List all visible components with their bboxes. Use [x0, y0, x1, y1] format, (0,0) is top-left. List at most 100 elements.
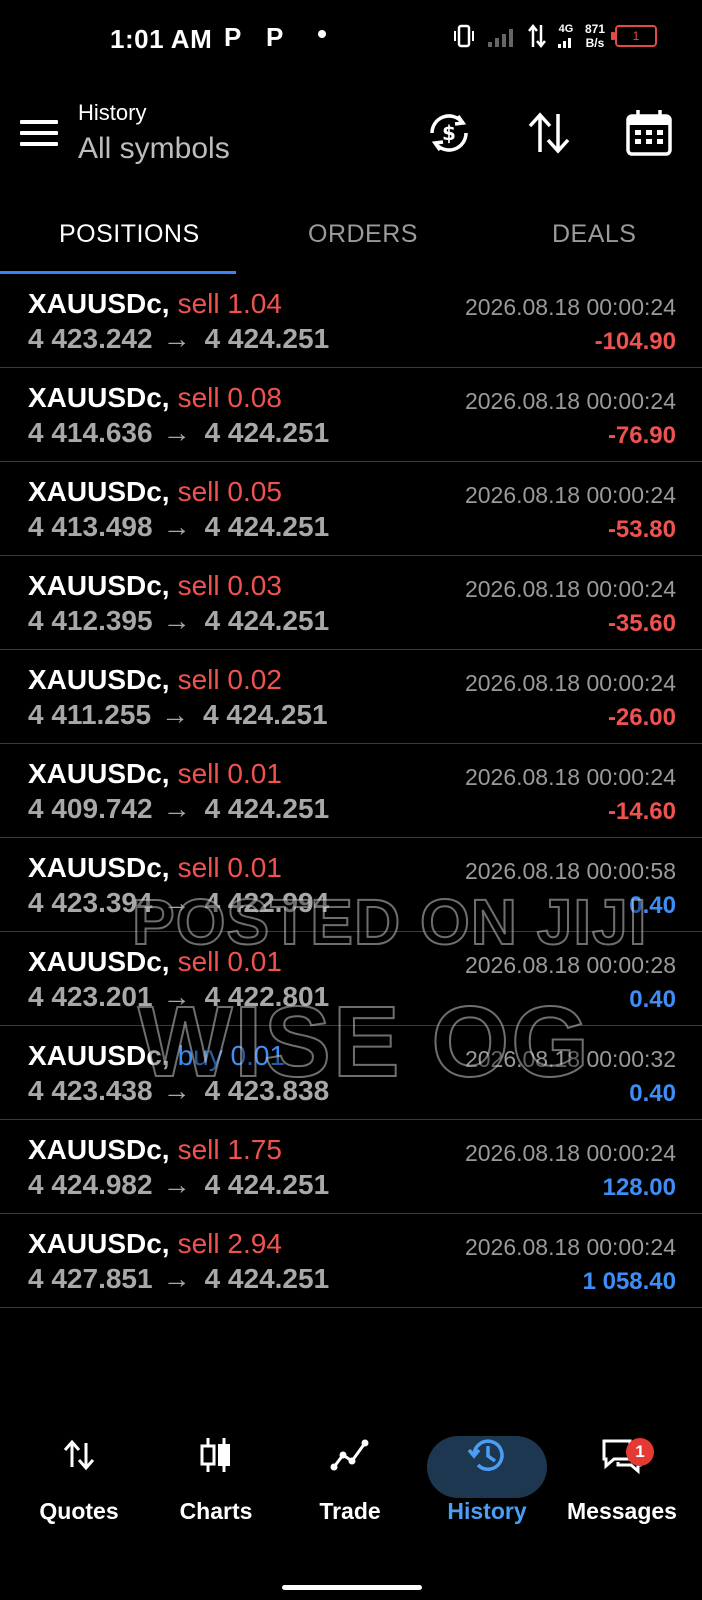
trade-symbol: XAUUSDc, sell 0.05	[28, 476, 282, 507]
svg-text:$: $	[442, 121, 456, 145]
menu-icon[interactable]	[20, 120, 58, 150]
nav-charts[interactable]: Charts	[151, 1430, 281, 1525]
trade-date: 2026.08.18 00:00:24	[464, 764, 676, 790]
status-right: 4G 871 B/s 1	[451, 22, 657, 50]
price-arrow-icon: →	[161, 699, 190, 730]
trade-row[interactable]: XAUUSDc, sell 2.94 4 427.851 → 4 424.251 2026…	[0, 1214, 702, 1308]
trade-row[interactable]: XAUUSDc, sell 1.75 4 424.982 → 4 424.251 2026…	[0, 1120, 702, 1214]
app-header: History All symbols $	[0, 80, 702, 190]
trade-side: sell 2.94	[177, 1228, 282, 1259]
trade-prices: 4 409.742 → 4 424.251	[28, 793, 329, 825]
nav-quotes-label: Quotes	[39, 1498, 119, 1524]
price-arrow-icon: →	[162, 511, 191, 542]
sort-icon[interactable]	[524, 108, 574, 158]
trade-prices: 4 424.982 → 4 424.251	[28, 1169, 329, 1201]
data-arrows-icon	[527, 23, 546, 49]
trade-row[interactable]: XAUUSDc, sell 0.02 4 411.255 → 4 424.251 2026…	[0, 650, 702, 744]
nav-trade-label: Trade	[319, 1498, 381, 1524]
nav-history[interactable]: History	[422, 1430, 552, 1525]
tab-orders[interactable]: ORDERS	[308, 220, 418, 249]
watermark-line1: POSTED ON JIJI	[131, 885, 648, 959]
trade-side: sell 0.02	[177, 664, 282, 695]
open-price: 4 423.201	[28, 981, 153, 1012]
notification-dot-icon	[318, 30, 326, 38]
trade-prices: 4 412.395 → 4 424.251	[28, 605, 329, 637]
page-title: History	[78, 100, 147, 125]
price-arrow-icon: →	[162, 1263, 191, 1294]
trade-profit: -35.60	[607, 610, 676, 637]
trade-row[interactable]: XAUUSDc, sell 1.04 4 423.242 → 4 424.251 2026…	[0, 274, 702, 368]
trade-symbol: XAUUSDc, sell 0.02	[28, 664, 282, 695]
trade-date: 2026.08.18 00:00:24	[464, 1140, 676, 1166]
close-price: 4 424.251	[204, 1169, 330, 1200]
open-price: 4 412.395	[28, 605, 153, 636]
trade-side: sell 1.04	[177, 288, 282, 319]
messages-badge: 1	[626, 1438, 654, 1466]
status-time: 1:01 AM	[110, 24, 213, 54]
trade-prices: 4 414.636 → 4 424.251	[28, 417, 329, 449]
trade-profit: 1 058.40	[582, 1268, 676, 1295]
trade-symbol: XAUUSDc, sell 0.01	[28, 852, 282, 883]
tab-positions[interactable]: POSITIONS	[59, 220, 200, 249]
trade-row[interactable]: XAUUSDc, sell 0.05 4 413.498 → 4 424.251 2026…	[0, 462, 702, 556]
nav-messages[interactable]: Messages	[557, 1430, 687, 1525]
signal-icon	[487, 29, 513, 47]
price-arrow-icon: →	[162, 417, 191, 448]
price-arrow-icon: →	[162, 323, 191, 354]
trade-profit: -14.60	[607, 798, 676, 825]
trade-row[interactable]: XAUUSDc, sell 0.08 4 414.636 → 4 424.251 2026…	[0, 368, 702, 462]
price-arrow-icon: →	[162, 605, 191, 636]
trade-side: sell 0.03	[177, 570, 282, 601]
positions-list[interactable]: XAUUSDc,sell 0.154 416.114→4 424.2512026…	[0, 226, 702, 1368]
trade-row[interactable]: XAUUSDc, sell 0.01 4 409.742 → 4 424.251 2026…	[0, 744, 702, 838]
nav-trade[interactable]: Trade	[285, 1430, 415, 1525]
charts-icon	[200, 1438, 230, 1472]
trade-date: 2026.08.18 00:00:24	[464, 388, 676, 414]
notification-p-icon: P	[224, 22, 242, 52]
trade-profit: 128.00	[602, 1174, 676, 1201]
price-arrow-icon: →	[162, 793, 191, 824]
tab-deals[interactable]: DEALS	[552, 220, 636, 249]
trade-side: sell 1.75	[177, 1134, 282, 1165]
trade-profit: -76.90	[607, 422, 676, 449]
trade-side: sell 0.01	[177, 852, 282, 883]
currency-exchange-icon[interactable]: $	[424, 108, 474, 158]
trade-date: 2026.08.18 00:00:24	[464, 482, 676, 508]
history-tabs: POSITIONS ORDERS DEALS	[0, 200, 702, 274]
trade-symbol: XAUUSDc, sell 2.94	[28, 1228, 282, 1259]
open-price: 4 411.255	[28, 699, 152, 730]
trade-symbol: XAUUSDc, sell 0.01	[28, 758, 282, 789]
trade-prices: 4 423.242 → 4 424.251	[28, 323, 329, 355]
price-arrow-icon: →	[162, 1169, 191, 1200]
calendar-icon[interactable]	[624, 108, 674, 158]
nav-messages-label: Messages	[567, 1498, 677, 1524]
active-tab-indicator	[0, 271, 236, 274]
trade-profit: -26.00	[607, 704, 676, 731]
network-speed: 871 B/s	[584, 22, 605, 50]
trade-symbol: XAUUSDc, sell 1.75	[28, 1134, 282, 1165]
status-bar: 1:01 AM P P 4G 871 B/s 1	[0, 0, 702, 80]
trade-row[interactable]: XAUUSDc, sell 0.03 4 412.395 → 4 424.251 2026…	[0, 556, 702, 650]
home-indicator[interactable]	[282, 1585, 422, 1590]
trade-profit: 0.40	[629, 986, 676, 1013]
symbol-filter[interactable]: All symbols	[78, 132, 230, 166]
close-price: 4 424.251	[203, 699, 328, 730]
trade-side: sell 0.05	[177, 476, 282, 507]
trade-profit: 0.40	[629, 1080, 676, 1107]
battery-icon: 1	[611, 25, 657, 47]
trade-symbol: XAUUSDc, sell 1.04	[28, 288, 282, 319]
trade-profit: -104.90	[594, 328, 676, 355]
history-icon	[467, 1439, 504, 1471]
trade-date: 2026.08.18 00:00:24	[464, 576, 676, 602]
close-price: 4 424.251	[204, 511, 330, 542]
open-price: 4 413.498	[28, 511, 153, 542]
close-price: 4 424.251	[204, 605, 330, 636]
trade-side: sell 0.08	[177, 382, 282, 413]
close-price: 4 424.251	[204, 793, 330, 824]
bottom-navigation: Quotes Charts Trade History Messages 1	[0, 1400, 702, 1550]
trade-profit: -53.80	[607, 516, 676, 543]
nav-quotes[interactable]: Quotes	[14, 1430, 144, 1525]
nav-history-label: History	[447, 1498, 527, 1524]
trade-symbol: XAUUSDc, sell 0.03	[28, 570, 282, 601]
watermark-line2: WISE OG	[137, 985, 591, 1099]
